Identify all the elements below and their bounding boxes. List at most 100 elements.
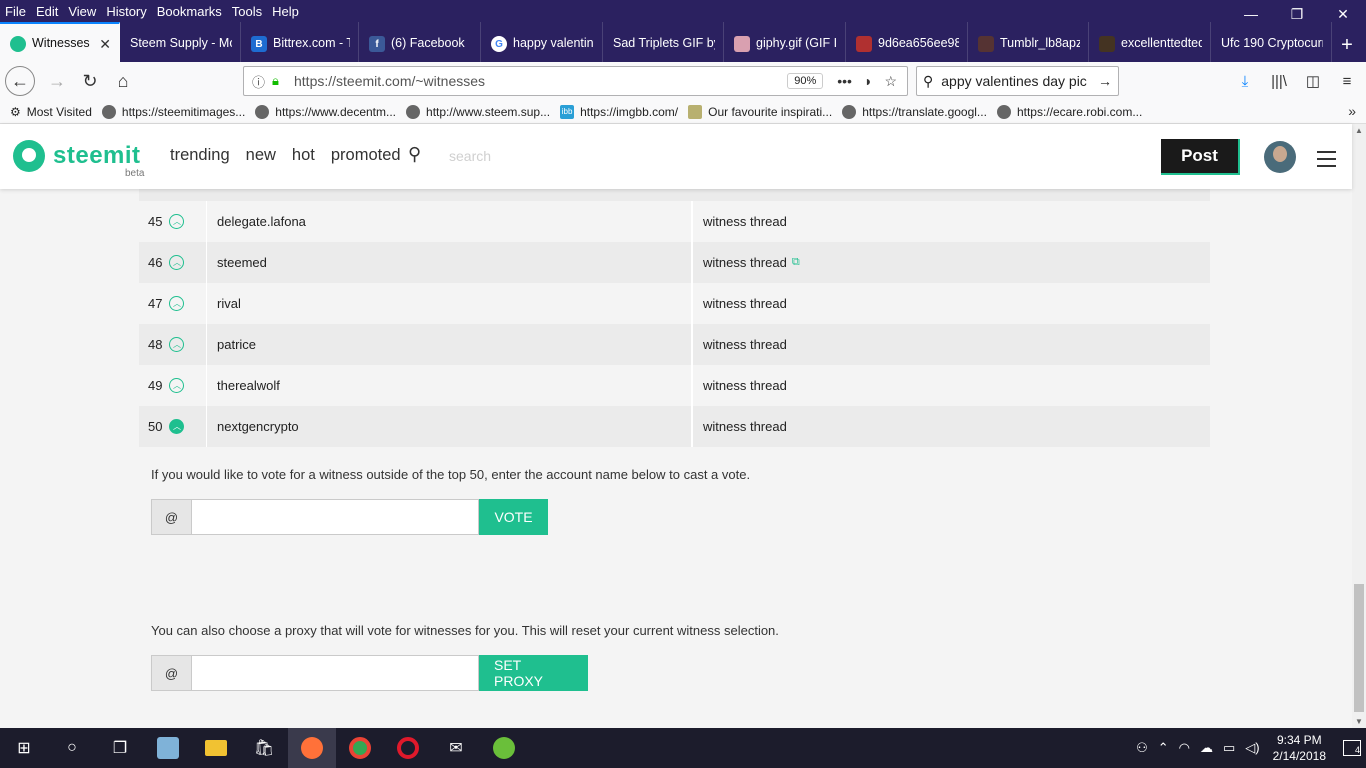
menu-bookmarks[interactable]: Bookmarks <box>152 4 227 19</box>
witness-thread-link[interactable]: witness thread <box>693 201 787 242</box>
witness-thread-link[interactable]: witness thread <box>693 406 787 447</box>
post-button[interactable]: Post <box>1161 139 1240 175</box>
witness-name[interactable]: rival <box>207 283 693 324</box>
chevron-right-icon[interactable]: » <box>1348 103 1356 119</box>
upvote-icon[interactable]: ︿ <box>169 296 185 311</box>
people-icon[interactable]: ⚇ <box>1136 740 1148 756</box>
bookmark-most-visited[interactable]: ⚙ Most Visited <box>10 105 92 119</box>
bookmark-item[interactable]: http://www.steem.sup... <box>406 104 550 119</box>
menu-help[interactable]: Help <box>267 4 304 19</box>
nav-promoted[interactable]: promoted <box>331 146 401 165</box>
bookmark-item[interactable]: https://steemitimages... <box>101 104 246 119</box>
nav-hot[interactable]: hot <box>292 146 315 165</box>
steemit-logo[interactable]: steemit <box>13 140 141 172</box>
vote-button[interactable]: VOTE <box>479 499 548 535</box>
volume-icon[interactable]: ◁) <box>1245 740 1259 756</box>
upvote-icon[interactable]: ︿ <box>169 214 185 229</box>
notepad-icon[interactable] <box>144 728 192 768</box>
witness-thread-link[interactable]: witness thread <box>693 283 787 324</box>
close-window-button[interactable]: ✕ <box>1320 0 1366 28</box>
battery-icon[interactable]: ▭ <box>1223 740 1235 756</box>
cortana-search-icon[interactable]: ○ <box>48 728 96 768</box>
minimize-button[interactable]: — <box>1228 0 1274 28</box>
hamburger-menu-icon[interactable] <box>1317 151 1336 172</box>
menu-view[interactable]: View <box>63 4 101 19</box>
menu-history[interactable]: History <box>101 4 151 19</box>
forward-button[interactable]: → <box>42 66 72 96</box>
external-link-icon[interactable]: ⧉ <box>792 256 800 269</box>
witness-name[interactable]: delegate.lafona <box>207 201 693 242</box>
windows-start-icon[interactable]: ⊞ <box>0 728 48 768</box>
witness-thread-link[interactable]: witness thread <box>693 324 787 365</box>
chrome-icon[interactable] <box>336 728 384 768</box>
scrollbar-thumb[interactable] <box>1354 584 1364 712</box>
proxy-account-input[interactable] <box>192 655 479 691</box>
witness-name[interactable]: nextgencrypto <box>207 406 693 447</box>
search-query[interactable]: appy valentines day pic <box>941 73 1098 89</box>
pocket-icon[interactable]: ◗ <box>864 73 872 90</box>
search-icon[interactable]: ⚲ <box>408 144 421 165</box>
bookmark-star-icon[interactable]: ☆ <box>884 73 897 90</box>
url-bar[interactable]: ⓘ 🔒︎ https://steemit.com/~witnesses 90% … <box>243 66 908 96</box>
nav-trending[interactable]: trending <box>170 146 230 165</box>
nav-new[interactable]: new <box>246 146 276 165</box>
url-text[interactable]: https://steemit.com/~witnesses <box>294 73 787 89</box>
clock[interactable]: 9:34 PM 2/14/2018 <box>1273 732 1326 764</box>
bookmark-label: https://steemitimages... <box>121 104 246 119</box>
download-icon[interactable]: ⤓ <box>1232 66 1258 96</box>
home-button[interactable]: ⌂ <box>108 66 138 96</box>
search-go-icon[interactable]: → <box>1098 73 1112 89</box>
notification-center-icon[interactable]: 4 <box>1343 740 1361 756</box>
page-actions-icon[interactable]: ••• <box>837 73 852 90</box>
site-search-input[interactable]: search <box>449 148 491 164</box>
witness-name[interactable]: patrice <box>207 324 693 365</box>
gear-icon: ⚙ <box>10 104 21 119</box>
bookmark-label: https://www.decentm... <box>275 104 397 119</box>
reload-button[interactable]: ↻ <box>75 66 105 96</box>
witness-thread-link[interactable]: witness thread <box>693 365 787 406</box>
opera-icon[interactable] <box>384 728 432 768</box>
onedrive-icon[interactable]: ☁ <box>1200 740 1213 756</box>
bookmark-item[interactable]: https://translate.googl... <box>842 104 987 119</box>
avatar[interactable] <box>1264 141 1296 173</box>
bookmark-item[interactable]: Our favourite inspirati... <box>688 104 832 119</box>
set-proxy-button[interactable]: SET PROXY <box>479 655 588 691</box>
close-tab-icon[interactable]: ✕ <box>99 36 111 53</box>
page-scrollbar[interactable]: ▲ ▼ <box>1352 124 1366 728</box>
bookmark-label: https://translate.googl... <box>862 104 987 119</box>
back-button[interactable]: ← <box>5 66 35 96</box>
info-icon[interactable]: ⓘ <box>252 72 272 91</box>
utorrent-icon[interactable] <box>480 728 528 768</box>
search-bar[interactable]: ⚲ appy valentines day pic → <box>916 66 1119 96</box>
bookmark-item[interactable]: ibb https://imgbb.com/ <box>560 104 678 119</box>
file-explorer-icon[interactable] <box>192 728 240 768</box>
mail-icon[interactable]: ✉ <box>432 728 480 768</box>
upvote-icon[interactable]: ︿ <box>169 255 185 270</box>
zoom-level[interactable]: 90% <box>787 73 824 89</box>
firefox-icon[interactable] <box>288 728 336 768</box>
task-view-icon[interactable]: ❐ <box>96 728 144 768</box>
menu-edit[interactable]: Edit <box>31 4 63 19</box>
bookmark-item[interactable]: https://ecare.robi.com... <box>996 104 1142 119</box>
witness-thread-link[interactable]: witness thread <box>703 255 787 270</box>
witness-name[interactable]: steemed <box>207 242 693 283</box>
upvote-icon[interactable]: ︿ <box>169 419 185 434</box>
scroll-down-icon[interactable]: ▼ <box>1355 717 1363 726</box>
menu-file[interactable]: File <box>0 4 31 19</box>
chevron-up-icon[interactable]: ⌃ <box>1158 740 1169 756</box>
bookmark-item[interactable]: https://www.decentm... <box>255 104 397 119</box>
library-icon[interactable]: |||\ <box>1266 66 1292 96</box>
menu-tools[interactable]: Tools <box>227 4 267 19</box>
witness-name[interactable]: therealwolf <box>207 365 693 406</box>
upvote-icon[interactable]: ︿ <box>169 378 185 393</box>
upvote-icon[interactable]: ︿ <box>169 337 185 352</box>
rank-cell: 46 ︿ <box>139 242 207 283</box>
sidebar-icon[interactable]: ◫ <box>1300 66 1326 96</box>
menu-icon[interactable]: ≡ <box>1334 66 1360 96</box>
wifi-icon[interactable]: ◠ <box>1179 740 1190 756</box>
lock-icon[interactable]: 🔒︎ <box>272 73 288 89</box>
witness-account-input[interactable] <box>192 499 479 535</box>
scroll-up-icon[interactable]: ▲ <box>1355 126 1363 135</box>
restore-button[interactable]: ❐ <box>1274 0 1320 28</box>
store-icon[interactable]: 🛍︎ <box>240 728 288 768</box>
